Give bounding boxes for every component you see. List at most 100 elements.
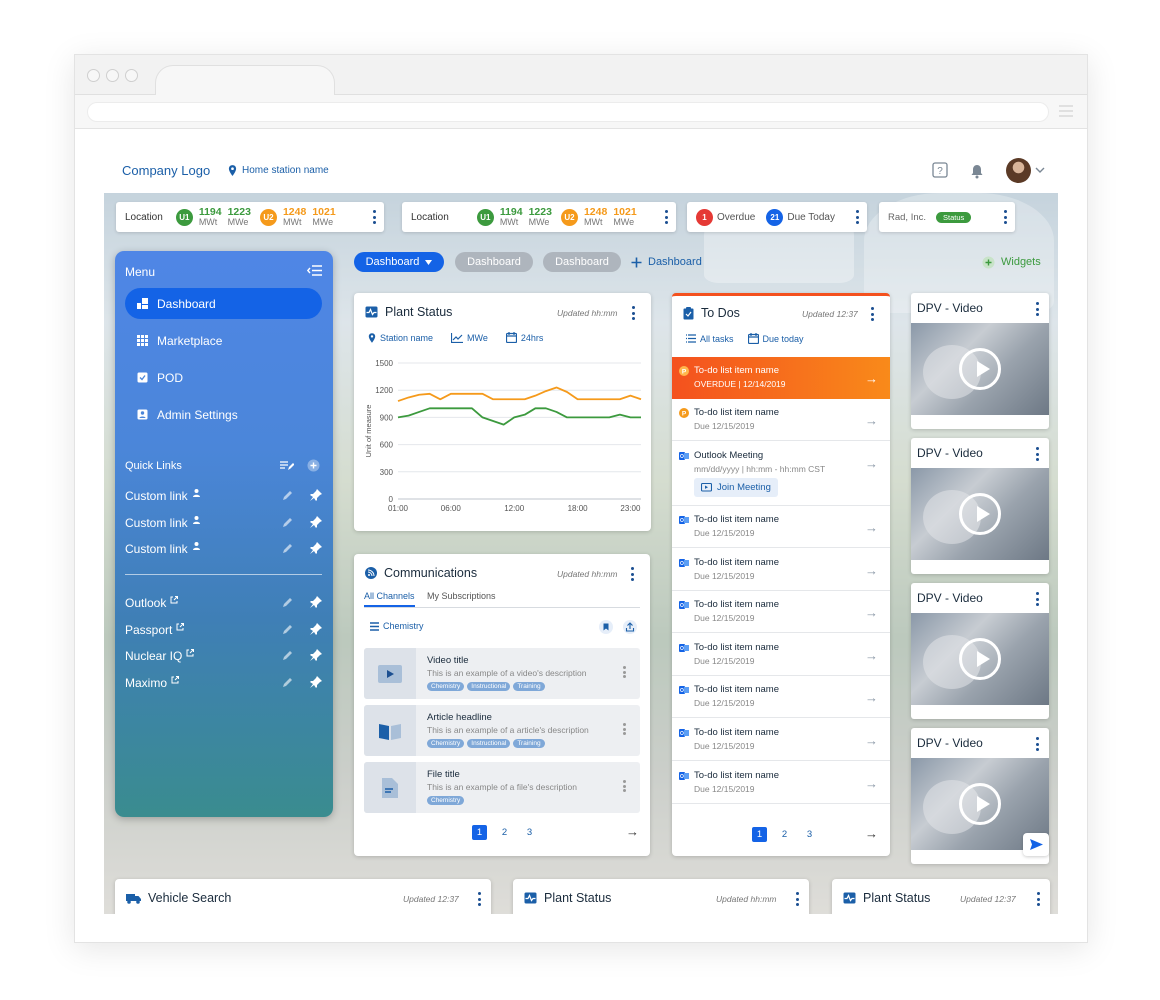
- filter-due-today[interactable]: Due today: [747, 333, 804, 344]
- external-link-nuclear-iq[interactable]: Nuclear IQ: [125, 647, 322, 665]
- bookmark-icon[interactable]: [599, 620, 613, 634]
- next-page-arrow-icon[interactable]: →: [626, 824, 639, 839]
- pencil-icon[interactable]: [282, 676, 294, 688]
- page-1[interactable]: 1: [752, 827, 767, 842]
- channel-filter[interactable]: Chemistry: [370, 621, 424, 631]
- arrow-right-icon[interactable]: →: [865, 776, 878, 791]
- video-widget-1[interactable]: DPV - Video: [911, 293, 1049, 429]
- tab-dashboard-2[interactable]: Dashboard: [455, 252, 533, 272]
- pencil-icon[interactable]: [282, 623, 294, 635]
- tag[interactable]: Instructional: [467, 682, 511, 691]
- todo-item[interactable]: O To-do list item name Due 12/15/2019 →: [672, 762, 890, 804]
- tab-all-channels[interactable]: All Channels: [364, 591, 415, 607]
- filter-unit[interactable]: MWe: [451, 332, 488, 343]
- pin-icon[interactable]: [310, 596, 322, 608]
- page-3[interactable]: 3: [522, 825, 537, 840]
- arrow-right-icon[interactable]: →: [865, 413, 878, 428]
- pencil-icon[interactable]: [282, 596, 294, 608]
- pencil-icon[interactable]: [282, 542, 294, 554]
- tag[interactable]: Chemistry: [427, 739, 465, 748]
- more-icon[interactable]: [622, 723, 626, 735]
- arrow-right-icon[interactable]: →: [865, 648, 878, 663]
- todo-item[interactable]: O To-do list item name Due 12/15/2019 →: [672, 676, 890, 719]
- status-card-company[interactable]: Rad, Inc. Status: [879, 202, 1015, 232]
- menu-item-dashboard[interactable]: Dashboard: [125, 288, 322, 319]
- play-icon[interactable]: [959, 348, 1001, 390]
- more-icon[interactable]: [1035, 302, 1039, 316]
- window-minimize-dot[interactable]: [106, 69, 119, 82]
- external-link-passport[interactable]: Passport: [125, 621, 322, 639]
- share-icon[interactable]: [623, 620, 637, 634]
- pin-icon[interactable]: [310, 623, 322, 635]
- pin-icon[interactable]: [310, 542, 322, 554]
- more-icon[interactable]: [622, 780, 626, 792]
- collapse-menu-icon[interactable]: [307, 265, 322, 276]
- comm-item-article[interactable]: Article headline This is an example of a…: [364, 705, 640, 756]
- arrow-right-icon[interactable]: →: [865, 605, 878, 620]
- more-icon[interactable]: [1035, 592, 1039, 606]
- help-icon[interactable]: ?: [932, 162, 948, 178]
- more-icon[interactable]: [1036, 892, 1040, 906]
- pencil-icon[interactable]: [282, 489, 294, 501]
- tag[interactable]: Chemistry: [427, 682, 465, 691]
- video-thumbnail[interactable]: [911, 468, 1049, 560]
- add-link-icon[interactable]: [307, 459, 320, 472]
- status-card-location-1[interactable]: Location U1 1194 MWt 1223 MWe U2 1248 MWt 1…: [116, 202, 384, 232]
- external-link-outlook[interactable]: Outlook: [125, 594, 322, 612]
- window-maximize-dot[interactable]: [125, 69, 138, 82]
- todo-item[interactable]: O To-do list item name Due 12/15/2019 →: [672, 719, 890, 761]
- join-meeting-button[interactable]: Join Meeting: [694, 478, 778, 497]
- video-widget-3[interactable]: DPV - Video: [911, 583, 1049, 719]
- page-1[interactable]: 1: [472, 825, 487, 840]
- status-card-tasks[interactable]: 1 Overdue 21 Due Today: [687, 202, 867, 232]
- tag[interactable]: Chemistry: [427, 796, 465, 805]
- arrow-right-icon[interactable]: →: [865, 456, 878, 471]
- tab-dashboard-3[interactable]: Dashboard: [543, 252, 621, 272]
- more-icon[interactable]: [630, 567, 634, 581]
- arrow-right-icon[interactable]: →: [865, 690, 878, 705]
- browser-menu-icon[interactable]: [1059, 105, 1073, 117]
- todo-item[interactable]: P To-do list item name Due 12/15/2019 →: [672, 399, 890, 441]
- external-link-maximo[interactable]: Maximo: [125, 674, 322, 692]
- next-page-arrow-icon[interactable]: →: [865, 826, 878, 841]
- more-icon[interactable]: [664, 210, 668, 224]
- quick-link-custom-1[interactable]: Custom link: [125, 487, 322, 505]
- arrow-right-icon[interactable]: →: [865, 733, 878, 748]
- todo-item[interactable]: O To-do list item name Due 12/15/2019 →: [672, 549, 890, 591]
- add-widgets-button[interactable]: Widgets: [982, 252, 1052, 272]
- video-widget-2[interactable]: DPV - Video: [911, 438, 1049, 574]
- tag[interactable]: Training: [513, 739, 545, 748]
- play-icon[interactable]: [959, 638, 1001, 680]
- quick-link-custom-3[interactable]: Custom link: [125, 540, 322, 558]
- tab-my-subscriptions[interactable]: My Subscriptions: [427, 591, 496, 601]
- chevron-down-icon[interactable]: [1035, 167, 1045, 174]
- more-icon[interactable]: [855, 210, 859, 224]
- quick-link-custom-2[interactable]: Custom link: [125, 514, 322, 532]
- todo-item[interactable]: O To-do list item name Due 12/15/2019 →: [672, 591, 890, 634]
- window-close-dot[interactable]: [87, 69, 100, 82]
- send-button[interactable]: [1023, 833, 1049, 856]
- add-dashboard-button[interactable]: Dashboard: [631, 252, 713, 272]
- pencil-icon[interactable]: [282, 516, 294, 528]
- more-icon[interactable]: [477, 892, 481, 906]
- video-thumbnail[interactable]: [911, 323, 1049, 415]
- arrow-right-icon[interactable]: →: [865, 520, 878, 535]
- pin-icon[interactable]: [310, 516, 322, 528]
- more-icon[interactable]: [1035, 447, 1039, 461]
- todo-item-overdue[interactable]: P To-do list item name OVERDUE | 12/14/2…: [672, 357, 890, 399]
- filter-time[interactable]: 24hrs: [505, 332, 543, 343]
- play-icon[interactable]: [959, 783, 1001, 825]
- edit-list-icon[interactable]: [280, 460, 294, 471]
- company-logo[interactable]: Company Logo: [122, 163, 210, 178]
- page-2[interactable]: 2: [777, 827, 792, 842]
- more-icon[interactable]: [372, 210, 376, 224]
- page-3[interactable]: 3: [802, 827, 817, 842]
- comm-item-file[interactable]: File title This is an example of a file'…: [364, 762, 640, 813]
- menu-item-pod[interactable]: POD: [125, 362, 322, 393]
- more-icon[interactable]: [795, 892, 799, 906]
- tag[interactable]: Instructional: [467, 739, 511, 748]
- page-2[interactable]: 2: [497, 825, 512, 840]
- bell-icon[interactable]: [970, 164, 984, 179]
- more-icon[interactable]: [1035, 737, 1039, 751]
- pin-icon[interactable]: [310, 649, 322, 661]
